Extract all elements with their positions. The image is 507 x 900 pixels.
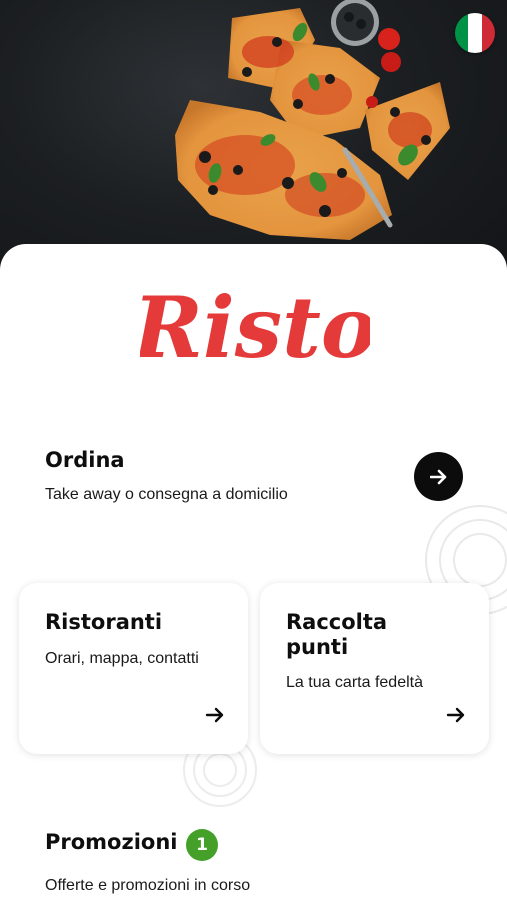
promozioni-section[interactable]: Promozioni 1 Offerte e promozioni in cor…	[0, 815, 507, 900]
risto-logo: Risto	[140, 278, 370, 377]
language-flag-button[interactable]	[455, 13, 495, 53]
card-subtitle: Orari, mappa, contatti	[45, 650, 199, 667]
card-ristoranti[interactable]: Ristoranti Orari, mappa, contatti	[19, 583, 248, 754]
card-title: Ristoranti	[45, 610, 163, 634]
arrow-right-icon[interactable]	[205, 707, 225, 723]
ordina-section[interactable]: Ordina Take away o consegna a domicilio	[0, 420, 507, 540]
promozioni-count-badge: 1	[186, 829, 218, 861]
arrow-right-icon[interactable]	[446, 707, 466, 723]
promozioni-subtitle: Offerte e promozioni in corso	[45, 877, 251, 894]
ordina-subtitle: Take away o consegna a domicilio	[45, 486, 288, 503]
card-subtitle: La tua carta fedeltà	[286, 674, 423, 691]
promozioni-title: Promozioni	[45, 830, 178, 854]
card-raccolta-punti[interactable]: Raccolta punti La tua carta fedeltà	[260, 583, 489, 754]
ordina-title: Ordina	[45, 448, 125, 472]
card-title: Raccolta punti	[286, 610, 388, 659]
ordina-arrow-button[interactable]	[414, 452, 463, 501]
logo-text: Risto	[140, 278, 370, 377]
arrow-right-icon	[429, 469, 446, 484]
